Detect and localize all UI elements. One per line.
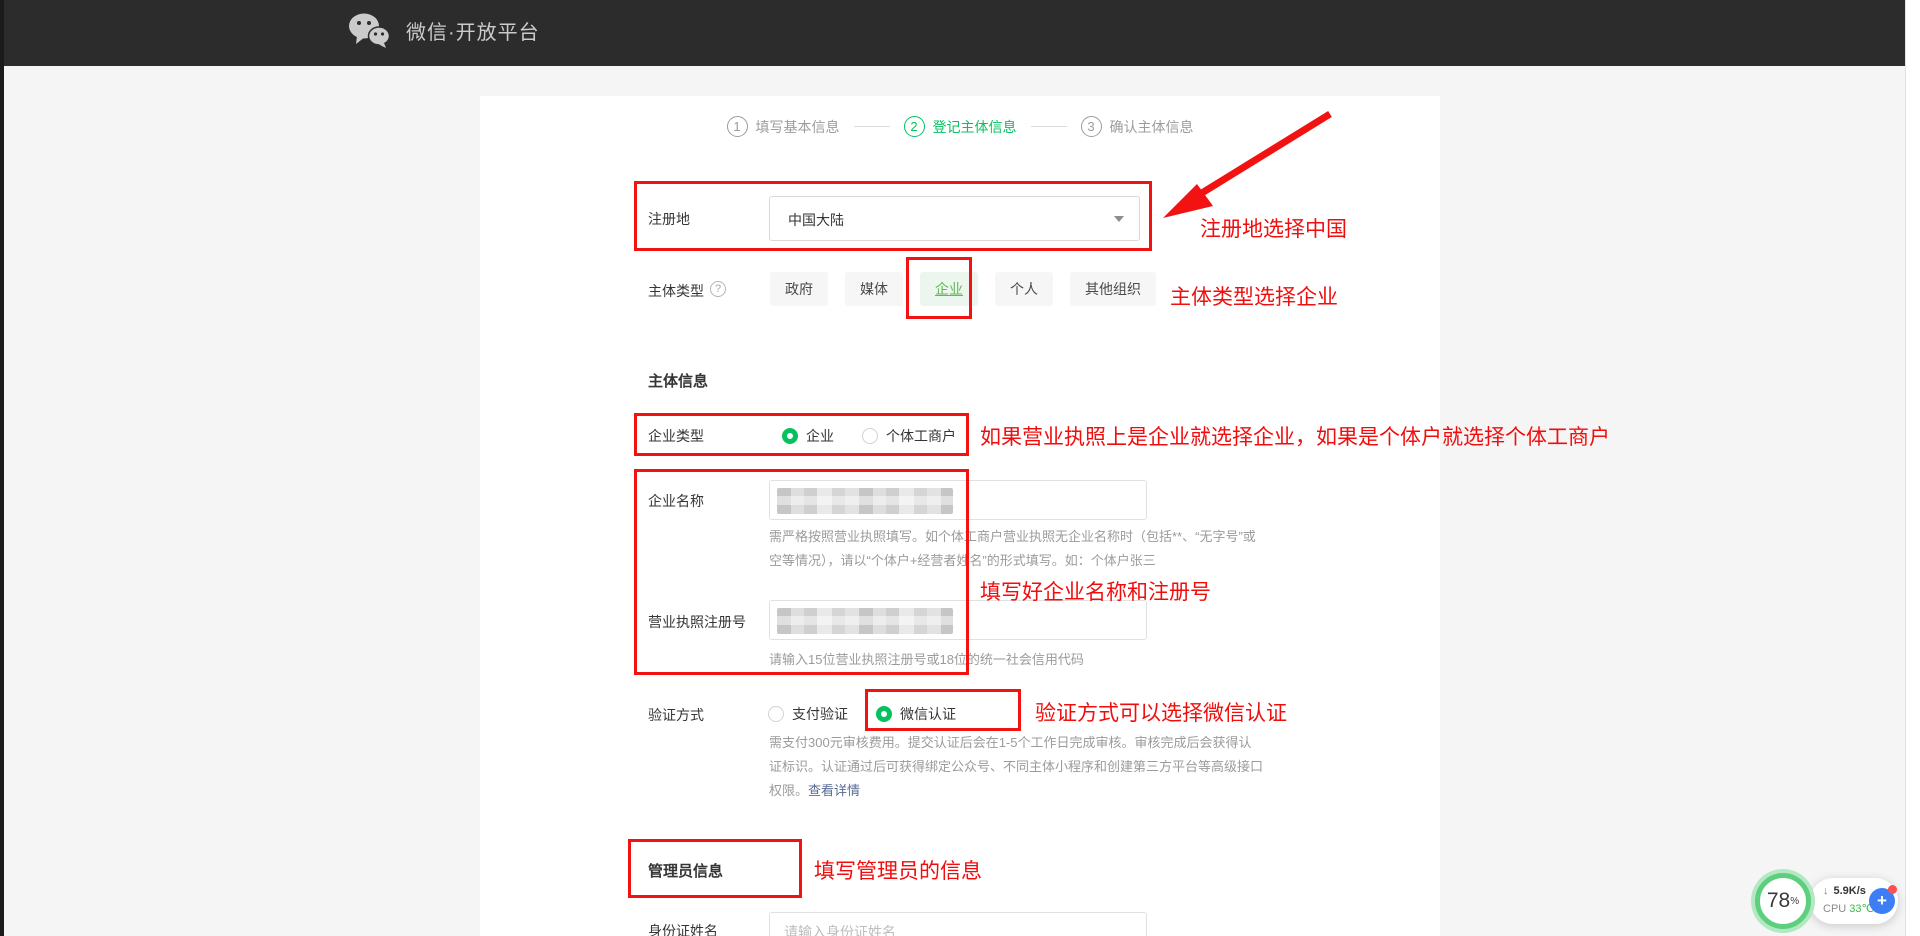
step-3-number: 3 [1081, 116, 1102, 137]
subject-type-option-media[interactable]: 媒体 [845, 272, 903, 306]
cpu-row: CPU 33℃ [1823, 902, 1874, 915]
assistant-plus-icon[interactable]: + [1869, 888, 1895, 914]
redbox-verify-method [865, 689, 1021, 731]
redbox-enterprise-button [906, 257, 972, 319]
step-1-number: 1 [727, 116, 748, 137]
id-name-input[interactable] [770, 913, 1146, 936]
memory-percent-value: 78 [1767, 889, 1790, 913]
brand: 微信·开放平台 [348, 12, 540, 48]
annotation-subject-type: 主体类型选择企业 [1170, 281, 1338, 311]
id-name-input-wrap [769, 912, 1147, 936]
left-window-edge [0, 0, 4, 936]
network-speed-row: ↓ 5.9K/s [1823, 885, 1866, 897]
subject-type-option-government[interactable]: 政府 [770, 272, 828, 306]
scrollbar-track[interactable] [1905, 0, 1920, 936]
subject-type-option-personal[interactable]: 个人 [995, 272, 1053, 306]
redbox-name-license [634, 469, 969, 675]
cpu-label: CPU [1823, 903, 1846, 915]
verify-option-pay[interactable]: 支付验证 [792, 704, 848, 724]
verify-help-line3: 权限。查看详情 [769, 779, 860, 803]
annotation-reg-location: 注册地选择中国 [1200, 213, 1347, 243]
view-details-link[interactable]: 查看详情 [808, 783, 860, 798]
help-question-icon[interactable]: ? [710, 281, 726, 297]
step-1: 1 填写基本信息 [727, 116, 840, 137]
id-name-label: 身份证姓名 [648, 921, 718, 936]
app-title: 微信·开放平台 [406, 16, 540, 45]
step-2: 2 登记主体信息 [904, 116, 1017, 137]
step-2-number: 2 [904, 116, 925, 137]
step-2-label: 登记主体信息 [933, 117, 1017, 137]
step-connector [854, 126, 890, 127]
redbox-company-type [634, 413, 969, 456]
step-connector [1031, 126, 1067, 127]
subject-type-label: 主体类型 [648, 281, 704, 301]
annotation-company-type: 如果营业执照上是企业就选择企业，如果是个体户就选择个体工商户 [980, 421, 1610, 451]
redbox-admin-info [628, 839, 802, 898]
memory-percent-ring[interactable]: 78 % [1755, 873, 1811, 929]
radio-unselected-icon[interactable] [768, 706, 784, 722]
verify-help-line2: 证标识。认证通过后可获得绑定公众号、不同主体小程序和创建第三方平台等高级接口 [769, 755, 1263, 779]
download-arrow-icon: ↓ [1823, 885, 1829, 897]
memory-percent-unit: % [1790, 896, 1799, 907]
verify-help-line1: 需支付300元审核费用。提交认证后会在1-5个工作日完成审核。审核完成后会获得认 [769, 731, 1251, 755]
annotation-verify-method: 验证方式可以选择微信认证 [1035, 697, 1287, 727]
top-header-bar: 微信·开放平台 [0, 0, 1920, 66]
subject-type-option-other[interactable]: 其他组织 [1070, 272, 1156, 306]
plus-glyph: + [1877, 891, 1887, 911]
annotation-admin-info: 填写管理员的信息 [814, 855, 982, 885]
verify-help-line3-text: 权限。 [769, 783, 808, 798]
verify-method-label: 验证方式 [648, 705, 704, 725]
notification-dot [1888, 885, 1897, 894]
redbox-reg-location [634, 181, 1152, 251]
page: 微信·开放平台 1 填写基本信息 2 登记主体信息 3 确认主体信息 注册地 中… [0, 0, 1920, 936]
wechat-logo-icon [348, 12, 390, 48]
annotation-name-license: 填写好企业名称和注册号 [980, 576, 1211, 606]
subject-info-section-title: 主体信息 [648, 370, 708, 391]
download-speed: 5.9K/s [1834, 885, 1866, 897]
step-1-label: 填写基本信息 [756, 117, 840, 137]
